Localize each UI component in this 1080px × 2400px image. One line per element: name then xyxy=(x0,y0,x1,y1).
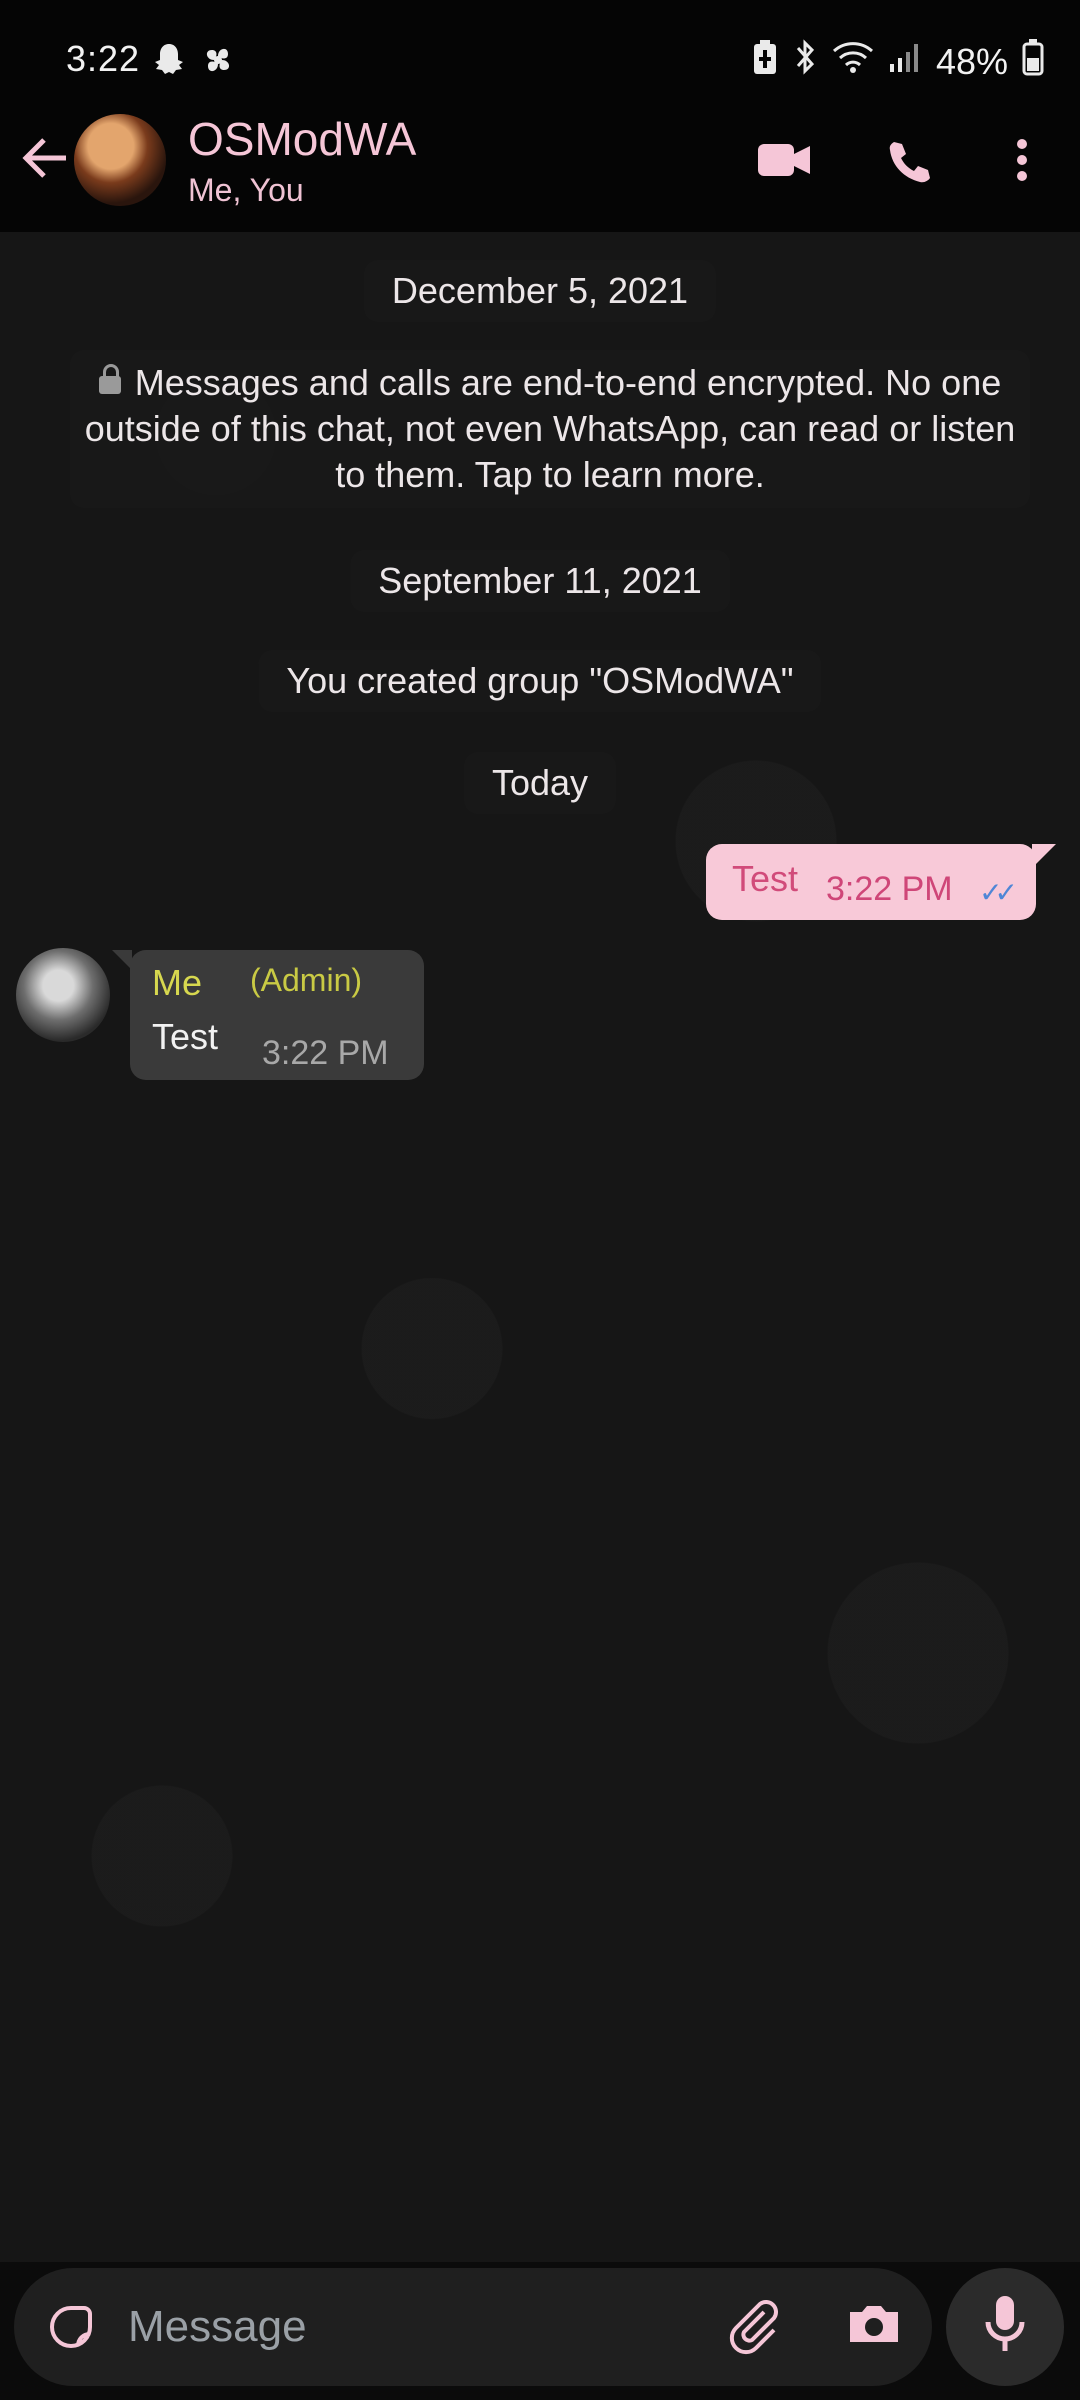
battery-percent: 48% xyxy=(935,40,1008,82)
read-receipt-icon: ✓✓ xyxy=(979,877,1018,908)
voice-call-icon[interactable] xyxy=(884,138,932,191)
microphone-icon xyxy=(984,2292,1026,2367)
attachment-icon[interactable] xyxy=(724,2296,784,2361)
group-avatar[interactable] xyxy=(74,114,166,206)
chat-header[interactable]: OSModWA Me, You xyxy=(0,100,1080,232)
status-time: 3:22 xyxy=(66,38,141,79)
incoming-message[interactable]: Me (Admin) Test 3:22 PM xyxy=(130,950,424,1080)
battery-icon xyxy=(1022,38,1044,85)
message-input[interactable]: Message xyxy=(128,2302,307,2352)
fan-icon xyxy=(198,40,238,85)
encryption-notice[interactable]: Messages and calls are end-to-end encryp… xyxy=(70,350,1030,508)
signal-icon xyxy=(888,40,922,83)
encryption-text: Messages and calls are end-to-end encryp… xyxy=(84,362,1016,495)
bluetooth-icon xyxy=(792,38,818,85)
chat-area[interactable]: December 5, 2021 Messages and calls are … xyxy=(0,232,1080,2262)
more-options-icon[interactable] xyxy=(1010,136,1034,189)
message-text: Test xyxy=(732,858,799,899)
camera-icon[interactable] xyxy=(846,2296,902,2357)
message-input-bar[interactable]: Message xyxy=(14,2268,932,2386)
back-arrow-icon[interactable] xyxy=(18,130,74,186)
message-text: Test xyxy=(152,1016,219,1057)
emoji-sticker-icon[interactable] xyxy=(44,2300,98,2354)
message-time: 3:22 PM xyxy=(262,1034,389,1072)
sender-avatar[interactable] xyxy=(16,948,110,1042)
battery-saver-icon xyxy=(752,38,778,85)
system-message: You created group "OSModWA" xyxy=(258,650,822,712)
message-time: 3:22 PM xyxy=(826,870,953,908)
snapchat-icon xyxy=(152,40,186,85)
voice-message-button[interactable] xyxy=(946,2268,1064,2386)
chat-title[interactable]: OSModWA xyxy=(188,112,416,166)
lock-icon xyxy=(98,364,121,395)
date-separator: December 5, 2021 xyxy=(363,260,717,322)
date-separator: September 11, 2021 xyxy=(350,550,730,612)
sender-role: (Admin) xyxy=(250,962,363,998)
video-call-icon[interactable] xyxy=(756,140,812,185)
status-right: 48% xyxy=(752,38,1044,85)
wifi-icon xyxy=(832,39,874,84)
incoming-bubble-tail xyxy=(112,950,132,970)
outgoing-message[interactable]: Test 3:22 PM ✓✓ xyxy=(706,844,1036,920)
chat-subtitle[interactable]: Me, You xyxy=(188,172,304,209)
sender-name[interactable]: Me xyxy=(152,962,202,1004)
date-separator: Today xyxy=(463,752,617,814)
